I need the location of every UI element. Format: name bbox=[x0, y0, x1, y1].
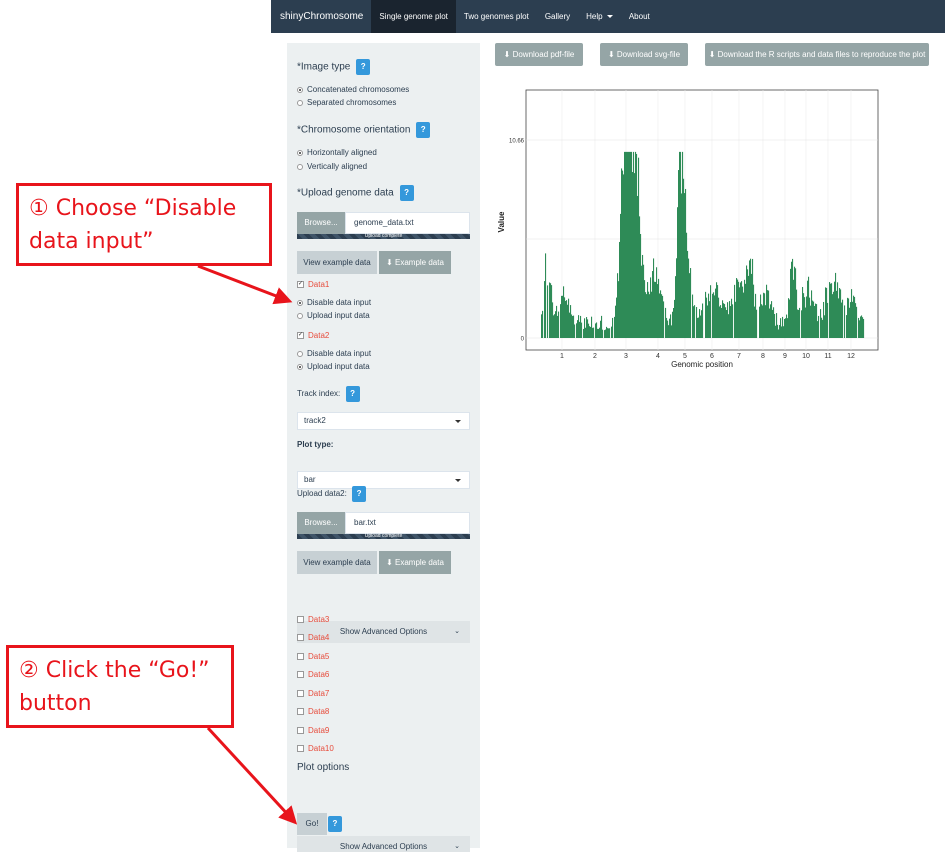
arrow-to-go-button bbox=[206, 726, 298, 825]
app-root: { "navbar": { "brand": "shinyChromosome"… bbox=[0, 0, 945, 852]
annotation-arrows bbox=[197, 264, 298, 825]
arrow-to-disable-input bbox=[197, 264, 293, 305]
